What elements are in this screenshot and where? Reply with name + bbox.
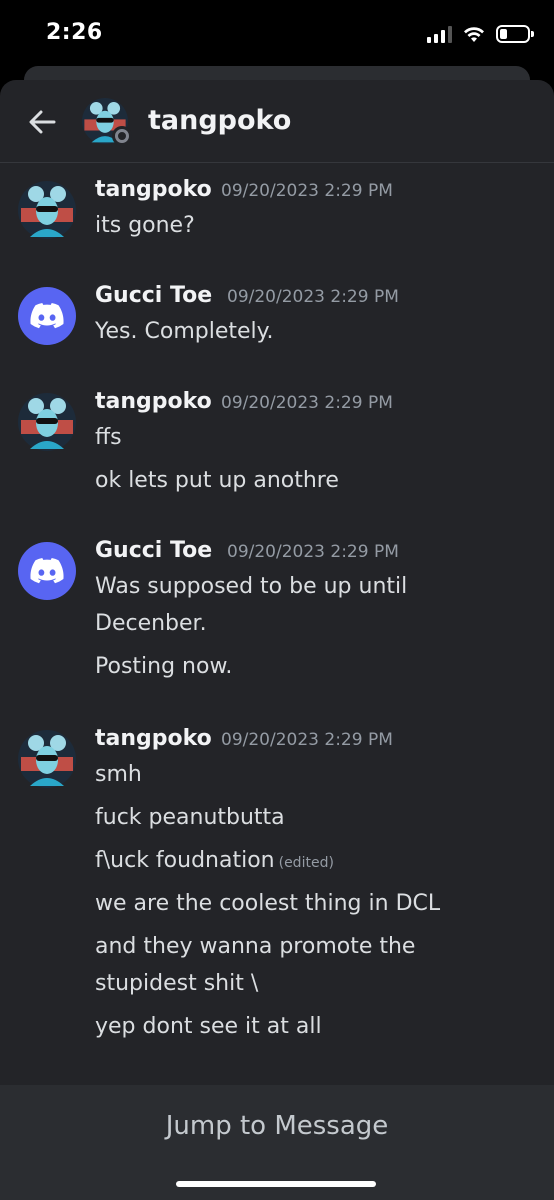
message-author[interactable]: tangpoko xyxy=(95,389,212,414)
message-author[interactable]: Gucci Toe xyxy=(95,538,212,563)
message-text[interactable]: ffs xyxy=(95,419,122,456)
message-text[interactable]: f\uck foudnation (edited) xyxy=(95,842,334,882)
cellular-signal-icon xyxy=(427,25,452,43)
user-avatar[interactable] xyxy=(18,730,76,788)
message-text[interactable]: its gone? xyxy=(95,207,195,244)
message-text[interactable]: fuck peanutbutta xyxy=(95,799,285,836)
status-icons xyxy=(427,22,534,46)
message-timestamp: 09/20/2023 2:29 PM xyxy=(227,542,399,562)
home-indicator xyxy=(176,1181,376,1187)
status-time: 2:26 xyxy=(46,20,103,45)
message-text[interactable]: we are the coolest thing in DCL xyxy=(95,885,440,922)
dm-header: tangpoko xyxy=(0,80,554,163)
message-timestamp: 09/20/2023 2:29 PM xyxy=(221,181,393,201)
message-text-content: f\uck foudnation xyxy=(95,848,275,873)
wifi-icon xyxy=(464,27,484,42)
dm-title: tangpoko xyxy=(148,105,292,136)
message-text[interactable]: Posting now. xyxy=(95,648,232,685)
message-sheet: tangpoko tangpoko 09/20/2023 2:29 PM its… xyxy=(0,80,554,1200)
message-text[interactable]: Was supposed to be up until xyxy=(95,568,407,605)
jump-to-message-button[interactable]: Jump to Message xyxy=(0,1085,554,1200)
user-avatar[interactable] xyxy=(18,393,76,451)
message-text[interactable]: yep dont see it at all xyxy=(95,1008,322,1045)
message-timestamp: 09/20/2023 2:29 PM xyxy=(221,730,393,750)
user-avatar[interactable] xyxy=(18,181,76,239)
arrow-left-icon[interactable] xyxy=(26,106,58,138)
discord-logo-icon[interactable] xyxy=(18,287,76,345)
message-author[interactable]: tangpoko xyxy=(95,177,212,202)
message-text[interactable]: ok lets put up anothre xyxy=(95,462,339,499)
battery-icon xyxy=(496,25,534,43)
offline-status-icon xyxy=(112,126,132,146)
edited-label: (edited) xyxy=(278,855,334,871)
message-author[interactable]: tangpoko xyxy=(95,726,212,751)
message-text[interactable]: and they wanna promote the xyxy=(95,928,415,965)
message-timestamp: 09/20/2023 2:29 PM xyxy=(221,393,393,413)
status-bar: 2:26 xyxy=(0,0,554,64)
message-text[interactable]: smh xyxy=(95,756,142,793)
message-timestamp: 09/20/2023 2:29 PM xyxy=(227,287,399,307)
message-text[interactable]: stupidest shit \ xyxy=(95,965,258,1002)
discord-logo-icon[interactable] xyxy=(18,542,76,600)
message-text[interactable]: Yes. Completely. xyxy=(95,313,274,350)
message-author[interactable]: Gucci Toe xyxy=(95,283,212,308)
message-text[interactable]: Decenber. xyxy=(95,605,207,642)
jump-to-message-label: Jump to Message xyxy=(165,1111,389,1141)
